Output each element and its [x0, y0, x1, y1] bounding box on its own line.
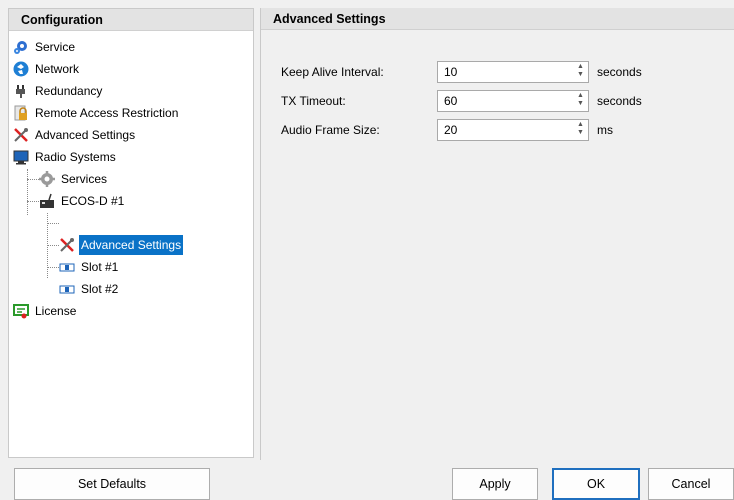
- spinbox-value: 20: [444, 123, 458, 137]
- tree-item-redundancy[interactable]: Redundancy: [13, 81, 104, 101]
- service-gear-icon: [13, 39, 29, 55]
- set-defaults-button[interactable]: Set Defaults: [14, 468, 210, 500]
- advanced-tools-icon: [59, 237, 75, 253]
- field-unit: ms: [597, 123, 613, 137]
- spinbox-value: 60: [444, 94, 458, 108]
- tree-connector: [27, 201, 39, 202]
- ecos-device-icon: [39, 193, 55, 209]
- tree-item-slot-1[interactable]: Slot #1: [59, 257, 120, 277]
- advanced-tools-icon: [13, 127, 29, 143]
- spin-up-icon[interactable]: ▲: [575, 63, 586, 71]
- remote-access-icon: [13, 105, 29, 121]
- spin-up-icon[interactable]: ▲: [575, 121, 586, 129]
- tree-item-services[interactable]: Services: [39, 169, 109, 189]
- tree-item-slot-2[interactable]: Slot #2: [59, 279, 120, 299]
- radio-systems-monitor-icon: [13, 149, 29, 165]
- tree-item-label: Service: [35, 40, 76, 54]
- tree-item-label: Services: [61, 172, 108, 186]
- tree-item-label: Radio Systems: [35, 150, 116, 164]
- tree-item-service[interactable]: Service: [13, 37, 77, 57]
- configuration-panel: Configuration Service Network Redundancy…: [8, 8, 254, 458]
- tree-item-ecos-d-1[interactable]: ECOS-D #1: [39, 191, 126, 211]
- tree-item-label: Redundancy: [35, 84, 103, 98]
- cancel-button[interactable]: Cancel: [648, 468, 734, 500]
- tx-timeout-row: TX Timeout: 60 ▲ ▼ seconds: [281, 90, 642, 112]
- tree-connector: [47, 245, 59, 246]
- tree-item-label: Slot #2: [81, 282, 119, 296]
- tree-item-ecos-advanced-settings[interactable]: Advanced Settings: [59, 235, 184, 255]
- tree-item-remote-access-restriction[interactable]: Remote Access Restriction: [13, 103, 180, 123]
- tree-item-license[interactable]: License: [13, 301, 78, 321]
- field-label: Audio Frame Size:: [281, 123, 380, 137]
- network-globe-icon: [13, 61, 29, 77]
- field-label: Keep Alive Interval:: [281, 65, 384, 79]
- spin-up-icon[interactable]: ▲: [575, 92, 586, 100]
- ok-button[interactable]: OK: [552, 468, 640, 500]
- tree-item-label: Advanced Settings: [79, 235, 184, 255]
- tree-item-label: Slot #1: [81, 260, 119, 274]
- tree-item-label: License: [35, 304, 77, 318]
- audio-frame-size-spinbox[interactable]: 20 ▲ ▼: [437, 119, 589, 141]
- advanced-settings-header: Advanced Settings: [261, 8, 734, 30]
- field-unit: seconds: [597, 65, 642, 79]
- tree-item-label: ECOS-D #1: [61, 194, 125, 208]
- slot-icon: [59, 259, 75, 275]
- spinbox-arrows[interactable]: ▲ ▼: [575, 121, 586, 139]
- tree-connector: [47, 267, 59, 268]
- slot-icon: [59, 281, 75, 297]
- tree-item-label: Remote Access Restriction: [35, 106, 179, 120]
- tree-connector: [27, 179, 39, 180]
- tree-item-label: Network: [35, 62, 80, 76]
- spin-down-icon[interactable]: ▼: [575, 71, 586, 79]
- advanced-settings-panel: Advanced Settings Keep Alive Interval: 1…: [260, 8, 734, 460]
- tree-item-advanced-settings[interactable]: Advanced Settings: [13, 125, 137, 145]
- spin-down-icon[interactable]: ▼: [575, 100, 586, 108]
- field-unit: seconds: [597, 94, 642, 108]
- keep-alive-interval-row: Keep Alive Interval: 10 ▲ ▼ seconds: [281, 61, 642, 83]
- audio-frame-size-row: Audio Frame Size: 20 ▲ ▼ ms: [281, 119, 613, 141]
- tree-connector: [27, 169, 28, 215]
- tree-item-label: Advanced Settings: [35, 128, 136, 142]
- services-gear-icon: [39, 171, 55, 187]
- field-label: TX Timeout:: [281, 94, 346, 108]
- tx-timeout-spinbox[interactable]: 60 ▲ ▼: [437, 90, 589, 112]
- keep-alive-interval-spinbox[interactable]: 10 ▲ ▼: [437, 61, 589, 83]
- apply-button[interactable]: Apply: [452, 468, 538, 500]
- tree-connector: [47, 223, 59, 224]
- spin-down-icon[interactable]: ▼: [575, 129, 586, 137]
- spinbox-value: 10: [444, 65, 458, 79]
- tree-item-radio-systems[interactable]: Radio Systems: [13, 147, 118, 167]
- configuration-header: Configuration: [9, 9, 253, 31]
- tree-item-network[interactable]: Network: [13, 59, 81, 79]
- spinbox-arrows[interactable]: ▲ ▼: [575, 63, 586, 81]
- license-icon: [13, 303, 29, 319]
- spinbox-arrows[interactable]: ▲ ▼: [575, 92, 586, 110]
- redundancy-plug-icon: [13, 83, 29, 99]
